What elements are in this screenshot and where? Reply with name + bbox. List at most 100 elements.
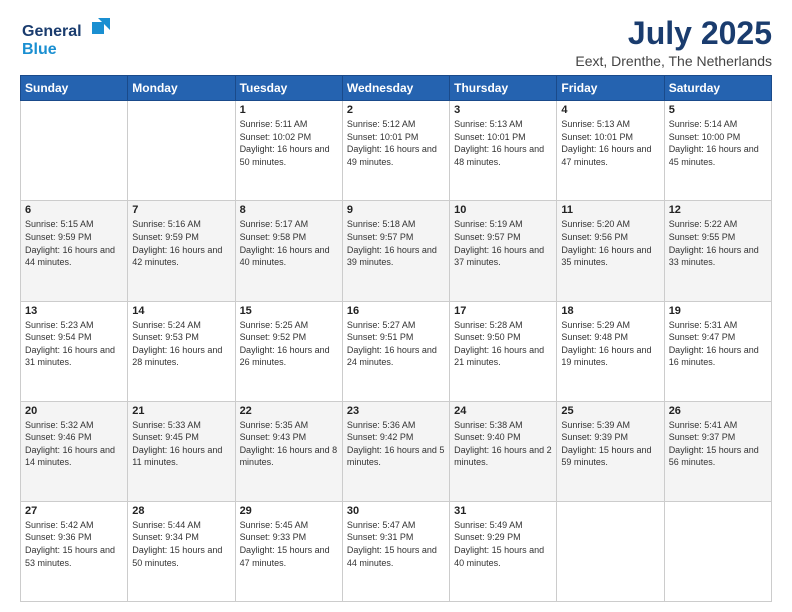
calendar-cell: 17 Sunrise: 5:28 AMSunset: 9:50 PMDayligh… (450, 301, 557, 401)
day-info: Sunrise: 5:44 AMSunset: 9:34 PMDaylight:… (132, 519, 230, 569)
day-number: 25 (561, 405, 659, 417)
day-number: 14 (132, 305, 230, 317)
calendar-page: General Blue July 2025 Eext, Drenthe, Th… (0, 0, 792, 612)
day-number: 2 (347, 104, 445, 116)
calendar-cell (21, 101, 128, 201)
week-row: 13Sunrise: 5:23 AMSunset: 9:54 PMDayligh… (21, 301, 772, 401)
day-number: 19 (669, 305, 767, 317)
day-info: Sunrise: 5:36 AMSunset: 9:42 PMDaylight:… (347, 419, 445, 469)
calendar-cell: 4 Sunrise: 5:13 AMSunset: 10:01 PMDayligh… (557, 101, 664, 201)
calendar-cell: 10Sunrise: 5:19 AMSunset: 9:57 PMDayligh… (450, 201, 557, 301)
weekday-header-row: SundayMondayTuesdayWednesdayThursdayFrid… (21, 76, 772, 101)
calendar-cell: 1Sunrise: 5:11 AMSunset: 10:02 PMDayligh… (235, 101, 342, 201)
calendar-cell (557, 501, 664, 601)
day-info: Sunrise: 5:20 AMSunset: 9:56 PMDaylight:… (561, 218, 659, 268)
calendar-cell: 25 Sunrise: 5:39 AMSunset: 9:39 PMDayligh… (557, 401, 664, 501)
calendar-cell (664, 501, 771, 601)
week-row: 27 Sunrise: 5:42 AMSunset: 9:36 PMDayligh… (21, 501, 772, 601)
day-info: Sunrise: 5:38 AMSunset: 9:40 PMDaylight:… (454, 419, 552, 469)
day-number: 27 (25, 505, 123, 517)
day-number: 9 (347, 204, 445, 216)
day-info: Sunrise: 5:16 AMSunset: 9:59 PMDaylight:… (132, 218, 230, 268)
week-row: 6 Sunrise: 5:15 AMSunset: 9:59 PMDaylight… (21, 201, 772, 301)
day-info: Sunrise: 5:47 AMSunset: 9:31 PMDaylight:… (347, 519, 445, 569)
calendar-cell: 2 Sunrise: 5:12 AMSunset: 10:01 PMDayligh… (342, 101, 449, 201)
day-info: Sunrise: 5:19 AMSunset: 9:57 PMDaylight:… (454, 218, 552, 268)
day-info: Sunrise: 5:14 AMSunset: 10:00 PMDaylight… (669, 118, 767, 168)
day-info: Sunrise: 5:42 AMSunset: 9:36 PMDaylight:… (25, 519, 123, 569)
day-number: 26 (669, 405, 767, 417)
page-header: General Blue July 2025 Eext, Drenthe, Th… (20, 16, 772, 69)
calendar-cell: 20Sunrise: 5:32 AMSunset: 9:46 PMDayligh… (21, 401, 128, 501)
day-info: Sunrise: 5:22 AMSunset: 9:55 PMDaylight:… (669, 218, 767, 268)
day-number: 4 (561, 104, 659, 116)
day-number: 7 (132, 204, 230, 216)
logo: General Blue (20, 16, 110, 60)
svg-text:Blue: Blue (22, 41, 57, 58)
day-info: Sunrise: 5:13 AMSunset: 10:01 PMDaylight… (561, 118, 659, 168)
day-info: Sunrise: 5:11 AMSunset: 10:02 PMDaylight… (240, 118, 338, 168)
day-number: 8 (240, 204, 338, 216)
day-info: Sunrise: 5:15 AMSunset: 9:59 PMDaylight:… (25, 218, 123, 268)
day-info: Sunrise: 5:27 AMSunset: 9:51 PMDaylight:… (347, 319, 445, 369)
day-info: Sunrise: 5:31 AMSunset: 9:47 PMDaylight:… (669, 319, 767, 369)
title-block: July 2025 Eext, Drenthe, The Netherlands (575, 16, 772, 69)
location-subtitle: Eext, Drenthe, The Netherlands (575, 53, 772, 69)
calendar-cell: 31 Sunrise: 5:49 AMSunset: 9:29 PMDayligh… (450, 501, 557, 601)
weekday-header: Saturday (664, 76, 771, 101)
day-number: 28 (132, 505, 230, 517)
calendar-cell: 13Sunrise: 5:23 AMSunset: 9:54 PMDayligh… (21, 301, 128, 401)
weekday-header: Sunday (21, 76, 128, 101)
calendar-cell: 19 Sunrise: 5:31 AMSunset: 9:47 PMDayligh… (664, 301, 771, 401)
svg-text:General: General (22, 23, 82, 40)
day-info: Sunrise: 5:45 AMSunset: 9:33 PMDaylight:… (240, 519, 338, 569)
day-number: 30 (347, 505, 445, 517)
day-number: 12 (669, 204, 767, 216)
day-number: 13 (25, 305, 123, 317)
calendar-cell: 15Sunrise: 5:25 AMSunset: 9:52 PMDayligh… (235, 301, 342, 401)
day-number: 21 (132, 405, 230, 417)
day-info: Sunrise: 5:39 AMSunset: 9:39 PMDaylight:… (561, 419, 659, 469)
day-number: 23 (347, 405, 445, 417)
week-row: 20Sunrise: 5:32 AMSunset: 9:46 PMDayligh… (21, 401, 772, 501)
logo-svg: General Blue (20, 16, 110, 60)
day-number: 5 (669, 104, 767, 116)
calendar-cell: 14 Sunrise: 5:24 AMSunset: 9:53 PMDayligh… (128, 301, 235, 401)
day-number: 31 (454, 505, 552, 517)
day-number: 11 (561, 204, 659, 216)
day-number: 18 (561, 305, 659, 317)
day-number: 24 (454, 405, 552, 417)
month-title: July 2025 (575, 16, 772, 51)
day-number: 6 (25, 204, 123, 216)
day-info: Sunrise: 5:35 AMSunset: 9:43 PMDaylight:… (240, 419, 338, 469)
calendar-cell: 26 Sunrise: 5:41 AMSunset: 9:37 PMDayligh… (664, 401, 771, 501)
day-info: Sunrise: 5:41 AMSunset: 9:37 PMDaylight:… (669, 419, 767, 469)
day-info: Sunrise: 5:24 AMSunset: 9:53 PMDaylight:… (132, 319, 230, 369)
day-info: Sunrise: 5:17 AMSunset: 9:58 PMDaylight:… (240, 218, 338, 268)
day-number: 17 (454, 305, 552, 317)
calendar-table: SundayMondayTuesdayWednesdayThursdayFrid… (20, 75, 772, 602)
day-info: Sunrise: 5:25 AMSunset: 9:52 PMDaylight:… (240, 319, 338, 369)
calendar-cell: 9Sunrise: 5:18 AMSunset: 9:57 PMDaylight… (342, 201, 449, 301)
calendar-cell: 29 Sunrise: 5:45 AMSunset: 9:33 PMDayligh… (235, 501, 342, 601)
day-number: 22 (240, 405, 338, 417)
calendar-cell: 22 Sunrise: 5:35 AMSunset: 9:43 PMDayligh… (235, 401, 342, 501)
calendar-cell: 16Sunrise: 5:27 AMSunset: 9:51 PMDayligh… (342, 301, 449, 401)
day-info: Sunrise: 5:12 AMSunset: 10:01 PMDaylight… (347, 118, 445, 168)
calendar-cell: 5 Sunrise: 5:14 AMSunset: 10:00 PMDayligh… (664, 101, 771, 201)
calendar-cell: 7 Sunrise: 5:16 AMSunset: 9:59 PMDaylight… (128, 201, 235, 301)
day-info: Sunrise: 5:28 AMSunset: 9:50 PMDaylight:… (454, 319, 552, 369)
calendar-cell: 28 Sunrise: 5:44 AMSunset: 9:34 PMDayligh… (128, 501, 235, 601)
calendar-cell: 3Sunrise: 5:13 AMSunset: 10:01 PMDayligh… (450, 101, 557, 201)
calendar-cell: 23 Sunrise: 5:36 AMSunset: 9:42 PMDayligh… (342, 401, 449, 501)
calendar-cell: 24 Sunrise: 5:38 AMSunset: 9:40 PMDayligh… (450, 401, 557, 501)
day-info: Sunrise: 5:49 AMSunset: 9:29 PMDaylight:… (454, 519, 552, 569)
weekday-header: Monday (128, 76, 235, 101)
weekday-header: Friday (557, 76, 664, 101)
weekday-header: Thursday (450, 76, 557, 101)
day-info: Sunrise: 5:33 AMSunset: 9:45 PMDaylight:… (132, 419, 230, 469)
day-number: 29 (240, 505, 338, 517)
day-info: Sunrise: 5:13 AMSunset: 10:01 PMDaylight… (454, 118, 552, 168)
weekday-header: Wednesday (342, 76, 449, 101)
weekday-header: Tuesday (235, 76, 342, 101)
